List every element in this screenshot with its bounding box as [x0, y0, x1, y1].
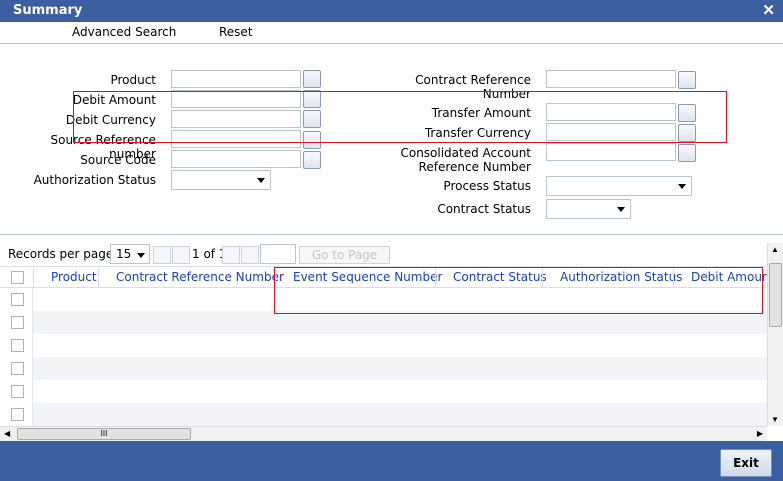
table-row[interactable] [33, 380, 767, 403]
vertical-scroll-thumb[interactable] [769, 263, 782, 327]
source-code-label: Source Code [80, 153, 156, 167]
debit-currency-input[interactable] [171, 110, 301, 128]
contract-status-select[interactable] [546, 199, 631, 219]
transfer-amount-label: Transfer Amount [431, 106, 531, 120]
dropdown-arrow-icon [257, 178, 265, 183]
dropdown-arrow-icon [617, 207, 625, 212]
table-row[interactable] [33, 288, 767, 311]
pagination-bar: Records per page 15 1 of 1 Go to Page [0, 243, 783, 265]
product-label: Product [110, 73, 156, 87]
exit-button[interactable]: Exit [720, 449, 772, 477]
transfer-currency-lov-button[interactable] [678, 124, 696, 142]
advanced-search-link[interactable]: Advanced Search [72, 25, 176, 39]
consolidated-account-lov-button[interactable] [678, 144, 696, 162]
transfer-currency-input[interactable] [546, 123, 676, 141]
table-row[interactable] [33, 403, 767, 426]
action-bar: Advanced Search Reset [0, 22, 783, 44]
page-number-input[interactable] [260, 244, 296, 264]
scroll-left-arrow-icon[interactable]: ◀ [4, 429, 10, 438]
source-reference-lov-button[interactable] [303, 131, 321, 149]
row-checkbox[interactable] [11, 339, 24, 352]
column-contract-status[interactable]: Contract Status [453, 270, 547, 284]
column-event-sequence-number[interactable]: Event Sequence Number [293, 270, 442, 284]
table-row[interactable] [33, 311, 767, 334]
table-row[interactable] [33, 357, 767, 380]
transfer-currency-label: Transfer Currency [424, 126, 531, 140]
consolidated-account-label: Consolidated Account [400, 146, 531, 160]
horizontal-scrollbar[interactable]: ◀ III ▶ [0, 426, 767, 441]
column-separator [98, 268, 99, 287]
row-checkbox[interactable] [11, 385, 24, 398]
previous-page-button[interactable] [172, 246, 190, 264]
debit-amount-lov-button[interactable] [303, 90, 321, 108]
column-separator [435, 268, 436, 287]
contract-reference-label: Contract Reference [415, 73, 531, 87]
consolidated-account-input[interactable] [546, 143, 676, 161]
source-code-input[interactable] [171, 150, 301, 168]
results-grid: Product Contract Reference Number Event … [0, 266, 767, 426]
dropdown-arrow-icon [137, 253, 145, 258]
consolidated-account-label-2: Reference Number [418, 160, 531, 174]
debit-amount-label: Debit Amount [72, 93, 156, 107]
column-authorization-status[interactable]: Authorization Status [560, 270, 682, 284]
column-product[interactable]: Product [51, 270, 97, 284]
scroll-right-arrow-icon[interactable]: ▶ [757, 429, 763, 438]
records-per-page-select[interactable]: 15 [110, 244, 150, 264]
records-per-page-value: 15 [116, 247, 132, 261]
authorization-status-label: Authorization Status [33, 173, 156, 187]
footer-bar: Exit [0, 441, 783, 481]
title-bar: Summary ✕ [0, 0, 783, 22]
scroll-up-arrow-icon[interactable]: ▲ [771, 245, 779, 254]
window-title: Summary [13, 3, 83, 18]
search-form: Product Debit Amount Debit Currency Sour… [0, 45, 783, 235]
column-separator [673, 268, 674, 287]
authorization-status-select[interactable] [171, 170, 271, 190]
records-per-page-label: Records per page [8, 247, 114, 261]
contract-reference-label-2: Number [482, 87, 531, 101]
reset-link[interactable]: Reset [219, 25, 253, 39]
column-contract-reference-number[interactable]: Contract Reference Number [116, 270, 284, 284]
scroll-down-arrow-icon[interactable]: ▼ [771, 415, 779, 424]
dropdown-arrow-icon [678, 184, 686, 189]
product-lov-button[interactable] [303, 70, 321, 88]
debit-amount-input[interactable] [171, 90, 301, 108]
debit-currency-lov-button[interactable] [303, 110, 321, 128]
select-all-checkbox[interactable] [11, 271, 24, 284]
debit-currency-label: Debit Currency [65, 113, 156, 127]
go-to-page-button[interactable]: Go to Page [299, 246, 390, 264]
last-page-button[interactable] [241, 246, 259, 264]
first-page-button[interactable] [153, 246, 171, 264]
grid-header: Product Contract Reference Number Event … [0, 266, 767, 288]
row-selector-column [0, 288, 33, 426]
row-checkbox[interactable] [11, 316, 24, 329]
contract-reference-input[interactable] [546, 70, 676, 88]
process-status-label: Process Status [443, 179, 531, 193]
vertical-scrollbar[interactable]: ▲ ▼ [767, 243, 783, 426]
close-icon[interactable]: ✕ [762, 1, 775, 19]
row-checkbox[interactable] [11, 293, 24, 306]
column-separator [275, 268, 276, 287]
horizontal-scroll-thumb[interactable]: III [17, 428, 191, 440]
next-page-button[interactable] [222, 246, 240, 264]
row-checkbox[interactable] [11, 362, 24, 375]
contract-status-label: Contract Status [437, 202, 531, 216]
contract-reference-lov-button[interactable] [678, 71, 696, 89]
table-row[interactable] [33, 334, 767, 357]
column-debit-amount[interactable]: Debit Amount [691, 270, 767, 284]
process-status-select[interactable] [546, 176, 692, 196]
source-reference-input[interactable] [171, 130, 301, 148]
column-separator [33, 268, 34, 287]
transfer-amount-lov-button[interactable] [678, 104, 696, 122]
product-input[interactable] [171, 70, 301, 88]
source-code-lov-button[interactable] [303, 151, 321, 169]
transfer-amount-input[interactable] [546, 103, 676, 121]
row-checkbox[interactable] [11, 408, 24, 421]
column-separator [542, 268, 543, 287]
